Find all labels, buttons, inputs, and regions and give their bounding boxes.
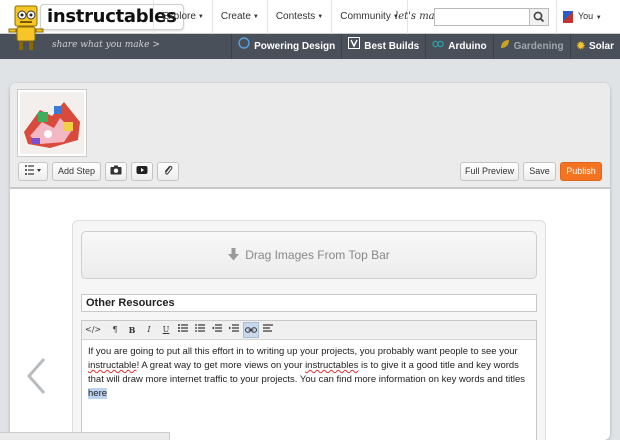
attach-file-button[interactable]	[157, 162, 179, 181]
step-card: Drag Images From Top Bar Other Resources…	[72, 220, 546, 440]
project-thumbnail[interactable]	[18, 90, 86, 156]
user-label: You ▼	[578, 11, 602, 21]
numbered-list-button[interactable]	[192, 322, 208, 338]
outdent-icon	[212, 324, 222, 332]
tagline[interactable]: share what you make >	[52, 40, 160, 50]
link-button[interactable]	[243, 322, 259, 338]
bottom-tab-strip	[0, 432, 170, 440]
bullet-list-button[interactable]	[175, 322, 191, 338]
robot-mascot-icon[interactable]	[6, 2, 46, 52]
channel-arduino[interactable]: Arduino	[425, 34, 492, 59]
v-logo-icon	[348, 34, 361, 59]
channel-label: Arduino	[448, 41, 487, 52]
nav-explore-label: Explore	[162, 11, 196, 22]
channel-list: Powering Design Best Builds Arduino Gard…	[231, 34, 620, 59]
nav-contests[interactable]: Contests ▼	[266, 0, 331, 34]
channel-label: Best Builds	[364, 41, 420, 52]
search-button[interactable]	[529, 8, 549, 26]
nav-contests-label: Contests	[275, 11, 316, 22]
step-title-input[interactable]: Other Resources	[81, 294, 537, 312]
paragraph-button[interactable]: ¶	[107, 322, 123, 338]
channel-powering-design[interactable]: Powering Design	[231, 34, 341, 59]
search-input[interactable]	[434, 8, 530, 26]
numbered-list-icon	[195, 324, 205, 332]
user-name: You	[578, 11, 594, 21]
main-nav: Explore ▼ Create ▼ Contests ▼ Community ▼	[153, 0, 408, 34]
editor-panel: Add Step Full Preview Save Publish Drag …	[10, 83, 610, 440]
outdent-button[interactable]	[209, 322, 225, 338]
list-view-dropdown[interactable]	[18, 162, 48, 181]
indent-icon	[229, 324, 239, 332]
caret-down-icon: ▼	[197, 14, 204, 20]
video-icon	[136, 166, 148, 174]
italic-button[interactable]: I	[141, 322, 157, 338]
arduino-icon	[432, 34, 444, 59]
channel-gardening[interactable]: Gardening	[492, 34, 570, 59]
user-menu[interactable]: You ▼	[556, 0, 620, 34]
project-photo	[20, 92, 84, 154]
avatar	[563, 11, 573, 23]
channel-label: Gardening	[513, 41, 564, 52]
misspelled-word: instructables	[305, 360, 359, 371]
add-video-button[interactable]	[131, 162, 153, 181]
camera-icon	[110, 165, 122, 175]
align-left-icon	[263, 324, 273, 332]
nav-community-label: Community	[340, 11, 391, 22]
full-preview-button[interactable]: Full Preview	[460, 162, 519, 181]
dropzone-text: Drag Images From Top Bar	[245, 248, 390, 262]
publish-button[interactable]: Publish	[560, 162, 602, 181]
indent-button[interactable]	[226, 322, 242, 338]
body-text-3: A great way to get more views on your	[141, 360, 306, 371]
save-button[interactable]: Save	[523, 162, 556, 181]
nav-create[interactable]: Create ▼	[211, 0, 267, 34]
list-icon	[25, 165, 41, 175]
channel-best-builds[interactable]: Best Builds	[341, 34, 425, 59]
rich-text-editor[interactable]: </> ¶ B I U If you are going to put all …	[81, 320, 537, 440]
caret-down-icon: ▼	[317, 14, 324, 20]
image-dropzone[interactable]: Drag Images From Top Bar	[81, 231, 537, 279]
misspelled-word: instructable	[88, 360, 137, 371]
nav-explore[interactable]: Explore ▼	[153, 0, 212, 34]
dell-logo-icon	[238, 34, 250, 59]
html-source-button[interactable]: </>	[85, 322, 101, 338]
underline-button[interactable]: U	[158, 322, 174, 338]
leaf-icon	[500, 34, 510, 59]
dropzone-label: Drag Images From Top Bar	[82, 248, 536, 262]
editor-stage: Add Step Full Preview Save Publish Drag …	[0, 59, 620, 440]
selected-link-text[interactable]: here	[88, 388, 108, 399]
channel-label: Powering Design	[254, 41, 336, 52]
step-area: Drag Images From Top Bar Other Resources…	[10, 191, 610, 440]
add-photo-button[interactable]	[105, 162, 127, 181]
nav-create-label: Create	[220, 11, 251, 22]
bold-button[interactable]: B	[124, 322, 140, 338]
add-step-button[interactable]: Add Step	[52, 162, 101, 181]
channel-solar[interactable]: ✹ Solar	[569, 34, 620, 59]
step-body-text[interactable]: If you are going to put all this effort …	[82, 340, 536, 406]
download-arrow-icon	[228, 248, 240, 261]
channel-bar: share what you make > Powering Design Be…	[0, 34, 620, 59]
paperclip-icon	[164, 165, 173, 175]
top-nav: instructables Explore ▼ Create ▼ Contests ▼…	[0, 0, 620, 50]
bullet-list-icon	[178, 324, 188, 332]
caret-down-icon: ▼	[595, 15, 602, 21]
align-button[interactable]	[260, 322, 276, 338]
body-text-1: If you are going to put all this effort …	[88, 346, 518, 357]
editor-header: Add Step Full Preview Save Publish	[10, 83, 610, 189]
link-icon	[245, 327, 257, 333]
sun-icon: ✹	[576, 41, 585, 52]
caret-down-icon: ▼	[252, 14, 259, 20]
channel-label: Solar	[588, 41, 614, 52]
search-icon	[533, 11, 545, 23]
previous-step-arrow-icon[interactable]	[24, 356, 48, 396]
editor-toolbar: </> ¶ B I U	[82, 321, 536, 340]
